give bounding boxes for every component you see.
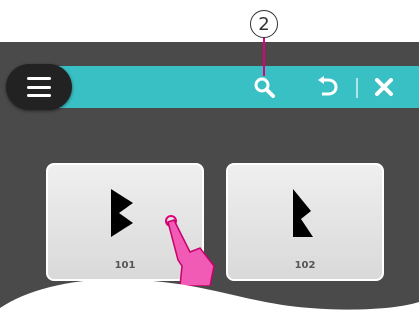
stitch-card-102[interactable]: 102 [226,163,384,281]
bottom-page-wave [0,279,419,328]
close-button[interactable] [370,73,398,101]
undo-arrow-icon [318,76,338,96]
top-page-wave [0,0,419,42]
menu-button[interactable] [6,64,72,110]
callout-number: 2 [250,10,278,38]
menu-icon [27,77,51,97]
toolbar-separator [356,78,358,98]
stitch-102-icon [293,189,313,237]
undo-button[interactable] [314,73,342,101]
close-icon [375,78,393,96]
search-icon [254,77,275,98]
stitch-101-icon [111,189,133,237]
callout-leader-line [263,38,265,76]
search-button[interactable] [250,73,278,101]
